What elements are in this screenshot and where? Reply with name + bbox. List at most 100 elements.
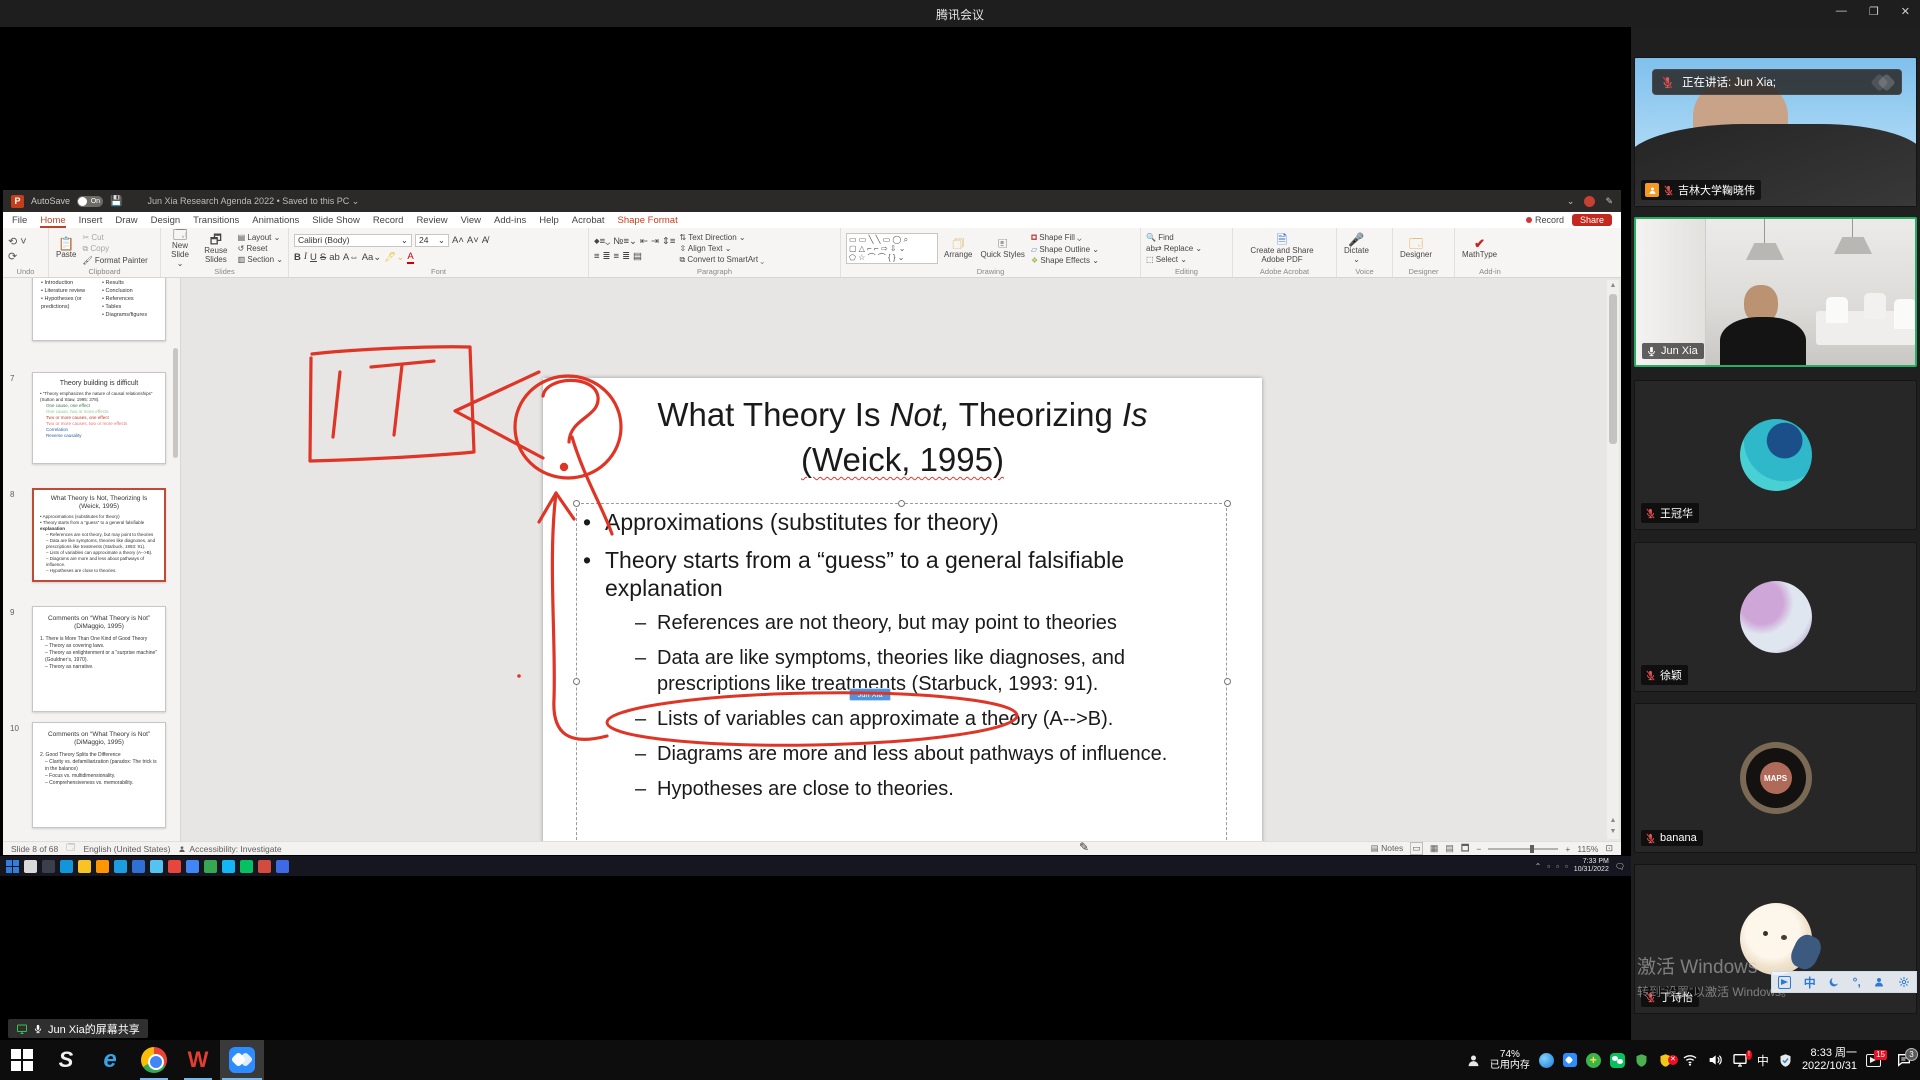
presenter-notification-icon[interactable]: 🗨 [1615,862,1625,871]
tab-transitions[interactable]: Transitions [193,215,239,226]
taskbar-app-icon[interactable] [168,860,181,873]
ime-gear-icon[interactable] [1898,976,1910,988]
reading-view-icon[interactable]: ▤ [1445,843,1454,854]
taskbar-app-icon[interactable] [114,860,127,873]
zoom-in-icon[interactable]: + [1565,844,1570,854]
shape-gallery[interactable]: ▭ ▭ ╲ ╲ ▭ ◯ ⌕ ▢ △ ⌐ ⌐ ⇨ ⇩ ⌄ ⬠ ☆ ⌒ ⌒ { } … [846,233,938,264]
shape-fill-button[interactable]: 🞓 Shape Fill ⌄ [1031,233,1099,243]
ime-person-icon[interactable] [1873,976,1885,988]
shape-effects-button[interactable]: ❖ Shape Effects ⌄ [1031,256,1099,265]
tray-expand-icon[interactable]: ⌃ [1535,862,1542,871]
shadow-button[interactable]: ab [329,252,340,263]
ime-flag-icon[interactable] [1778,976,1791,989]
justify-icon[interactable]: ≣ [622,251,630,262]
ime-language-indicator[interactable]: 中 [1757,1052,1769,1069]
tab-shape-format[interactable]: Shape Format [618,215,678,226]
video-app-tray-icon[interactable]: 15 [1866,1054,1881,1067]
record-button[interactable]: Record [1526,215,1564,225]
notes-toggle[interactable]: ▤ Notes [1371,843,1404,854]
tab-design[interactable]: Design [151,215,181,226]
taskbar-clock[interactable]: 8:33 周一2022/10/31 [1802,1047,1857,1073]
tray-icon[interactable]: ▫ [1556,862,1559,871]
designer-button[interactable]: 🗔Designer [1398,237,1434,259]
taskbar-meeting-icon[interactable] [220,1040,264,1080]
resize-handle[interactable] [573,500,580,507]
account-avatar[interactable] [1584,196,1595,207]
participant-video-tile[interactable]: 王冠华 [1634,380,1917,530]
security-check-icon[interactable] [1778,1053,1793,1068]
slide-sorter-icon[interactable]: ▦ [1430,843,1439,854]
zoom-level[interactable]: 115% [1577,844,1598,854]
display-settings-icon[interactable]: 🗔 [66,842,75,856]
dictate-button[interactable]: 🎤Dictate ⌄ [1342,233,1371,265]
font-size-combo[interactable]: 24⌄ [415,234,449,247]
indent-decrease-icon[interactable]: ⇤ [640,236,648,247]
grow-font-icon[interactable]: A˄ [452,235,464,246]
indent-increase-icon[interactable]: ⇥ [651,236,659,247]
zoom-out-icon[interactable]: − [1476,844,1481,854]
resize-handle[interactable] [1224,678,1231,685]
start-button[interactable] [0,1040,44,1080]
align-right-icon[interactable]: ≡ [614,251,620,262]
tab-view[interactable]: View [461,215,481,226]
accessibility-status[interactable]: Accessibility: Investigate [178,844,281,854]
align-left-icon[interactable]: ≡ [594,251,600,262]
taskbar-app-icon[interactable] [258,860,271,873]
align-text-button[interactable]: ⇳ Align Text ⌄ [679,244,764,253]
participant-video-tile[interactable]: MAPS banana [1634,703,1917,853]
find-button[interactable]: 🔍 Find [1146,233,1202,242]
participant-video-tile[interactable]: 徐颖 [1634,542,1917,692]
wechat-tray-icon[interactable] [1610,1053,1625,1068]
cut-button[interactable]: ✂ Cut [82,233,147,242]
mathtype-button[interactable]: ✔MathType [1460,237,1499,259]
display-alert-icon[interactable]: ! [1732,1052,1748,1068]
tab-help[interactable]: Help [539,215,559,226]
save-icon[interactable]: 💾 [110,196,122,207]
meeting-tray-icon[interactable] [1563,1053,1577,1067]
create-pdf-button[interactable]: 🗎Create and Share Adobe PDF [1238,233,1326,264]
copy-button[interactable]: ⧉ Copy [82,244,147,254]
font-color-button[interactable]: A [407,251,413,264]
taskbar-app-icon[interactable] [186,860,199,873]
tab-review[interactable]: Review [416,215,447,226]
underline-button[interactable]: U [310,252,317,263]
ime-moon-icon[interactable] [1828,976,1840,988]
taskbar-wps-icon[interactable]: W [176,1040,220,1080]
reuse-slides-button[interactable]: 🗗Reuse Slides [198,233,234,264]
section-button[interactable]: ▥ Section ⌄ [238,255,283,264]
tab-file[interactable]: File [12,215,27,226]
format-painter-button[interactable]: 🖌 Format Painter [82,256,147,265]
participant-video-tile-active[interactable]: Jun Xia [1634,217,1917,367]
antivirus-tray-icon[interactable]: + [1586,1053,1601,1068]
share-button[interactable]: Share [1572,214,1612,226]
replace-button[interactable]: ab⇄ Replace ⌄ [1146,244,1202,253]
taskbar-app-icon[interactable] [132,860,145,873]
close-button[interactable]: ✕ [1901,5,1910,18]
columns-icon[interactable]: ▤ [633,251,642,262]
taskbar-app-icon[interactable] [24,860,37,873]
taskbar-app-icon[interactable] [96,860,109,873]
thumbnail-slide-6[interactable]: • Abstract • Introduction • Literature r… [32,278,166,341]
numbering-button[interactable]: №≡⌄ [613,236,637,247]
wifi-icon[interactable] [1682,1052,1698,1068]
ime-lang-indicator[interactable]: 中 [1804,974,1816,991]
highlight-button[interactable]: 🖊⌄ [384,252,404,263]
layout-button[interactable]: ▤ Layout ⌄ [238,233,283,242]
volume-icon[interactable] [1707,1052,1723,1068]
tab-home[interactable]: Home [40,215,65,226]
new-slide-button[interactable]: 🗔New Slide ⌄ [166,228,194,268]
ime-punctuation[interactable]: °, [1853,975,1861,989]
reset-button[interactable]: ↺ Reset [238,244,283,253]
tab-add-ins[interactable]: Add-ins [494,215,526,226]
language-indicator[interactable]: English (United States) [83,844,170,854]
quick-styles-button[interactable]: 🗉Quick Styles [978,237,1026,259]
fit-to-window-icon[interactable]: ⊡ [1605,843,1613,854]
redo-icon[interactable]: ⟳ [8,250,27,263]
text-direction-button[interactable]: ⇅ Text Direction ⌄ [679,233,764,242]
resize-handle[interactable] [1224,500,1231,507]
ribbon-options-icon[interactable]: ⌄ [1567,196,1575,207]
slide-title[interactable]: What Theory Is Not, Theorizing Is (Weick… [543,392,1262,482]
taskbar-app-icon[interactable] [42,860,55,873]
defender-alert-icon[interactable]: ✕ [1658,1053,1673,1068]
taskbar-app-icon[interactable] [150,860,163,873]
